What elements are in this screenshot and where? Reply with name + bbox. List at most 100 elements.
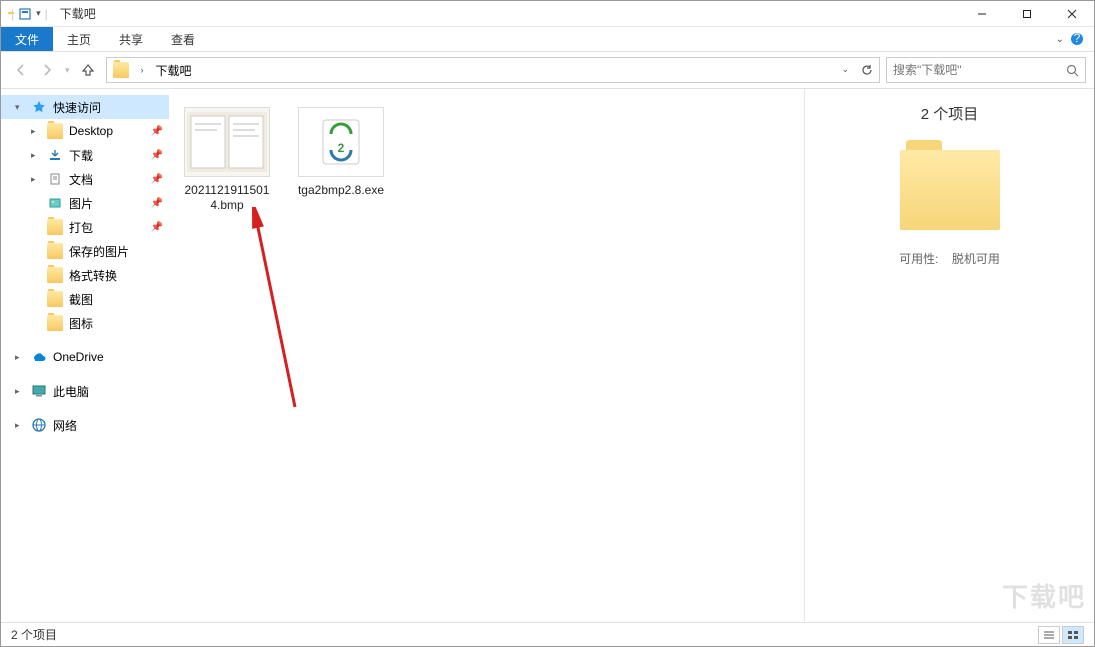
ribbon-tabs: 文件 主页 共享 查看 ⌄ ? xyxy=(1,27,1094,51)
sidebar-onedrive[interactable]: ▸ OneDrive xyxy=(1,345,169,369)
availability-key: 可用性: xyxy=(899,252,938,266)
pin-icon: 📌 xyxy=(151,222,163,233)
address-dropdown-chevron[interactable]: ⌄ xyxy=(835,64,855,75)
ribbon-tab-file[interactable]: 文件 xyxy=(1,27,53,51)
maximize-button[interactable] xyxy=(1004,1,1049,27)
chevron-right-icon[interactable]: ▸ xyxy=(31,174,41,185)
sidebar-item-screenshots[interactable]: 截图 xyxy=(1,287,169,311)
svg-text:2: 2 xyxy=(338,141,345,155)
search-icon[interactable] xyxy=(1066,64,1079,77)
window-title: 下载吧 xyxy=(60,5,96,22)
annotation-arrow xyxy=(247,207,307,417)
qat-separator: | xyxy=(11,7,14,21)
sidebar-this-pc[interactable]: ▸ 此电脑 xyxy=(1,379,169,403)
chevron-right-icon[interactable]: ▸ xyxy=(15,420,25,431)
sidebar-quick-access[interactable]: ▾ 快速访问 xyxy=(1,95,169,119)
pin-icon: 📌 xyxy=(151,174,163,185)
view-details-button[interactable] xyxy=(1038,626,1060,644)
chevron-right-icon[interactable]: ▸ xyxy=(31,126,41,137)
window-controls xyxy=(959,1,1094,27)
folder-icon xyxy=(47,291,63,307)
close-button[interactable] xyxy=(1049,1,1094,27)
ribbon-tab-home[interactable]: 主页 xyxy=(53,27,105,51)
network-icon xyxy=(31,417,47,433)
sidebar-item-label: 图标 xyxy=(69,315,93,332)
qat-separator-2: | xyxy=(45,7,48,21)
sidebar-item-label: 图片 xyxy=(69,195,93,212)
file-thumbnail xyxy=(184,107,270,177)
navigation-pane: ▾ 快速访问 ▸ Desktop 📌 ▸ 下载 📌 ▸ 文档 📌 xyxy=(1,89,169,622)
sidebar-item-label: 截图 xyxy=(69,291,93,308)
qat-chevron-down-icon[interactable]: ▾ xyxy=(36,8,41,19)
file-name: tga2bmp2.8.exe xyxy=(298,183,384,198)
pin-icon: 📌 xyxy=(151,150,163,161)
address-bar[interactable]: › 下载吧 ⌄ xyxy=(106,57,880,83)
sidebar-item-pictures[interactable]: 图片 📌 xyxy=(1,191,169,215)
forward-button[interactable] xyxy=(39,62,55,78)
navigation-bar: ▾ › 下载吧 ⌄ xyxy=(1,52,1094,88)
sidebar-item-documents[interactable]: ▸ 文档 📌 xyxy=(1,167,169,191)
sidebar-this-pc-label: 此电脑 xyxy=(53,383,89,400)
search-box[interactable] xyxy=(886,57,1086,83)
sidebar-item-format-convert[interactable]: 格式转换 xyxy=(1,263,169,287)
folder-icon xyxy=(47,219,63,235)
file-list[interactable]: 20211219115014.bmp 2 tga2bmp2.8.exe xyxy=(169,89,804,622)
ribbon-tab-view[interactable]: 查看 xyxy=(157,27,209,51)
folder-icon xyxy=(47,123,63,139)
sidebar-item-icons[interactable]: 图标 xyxy=(1,311,169,335)
chevron-right-icon[interactable]: ▸ xyxy=(31,150,41,161)
sidebar-item-downloads[interactable]: ▸ 下载 📌 xyxy=(1,143,169,167)
sidebar-network-label: 网络 xyxy=(53,417,77,434)
status-view-switcher xyxy=(1038,626,1084,644)
status-item-count: 2 个项目 xyxy=(11,626,57,643)
preview-item-count: 2 个项目 xyxy=(921,103,979,124)
sidebar-item-label: 下载 xyxy=(69,147,93,164)
nav-arrows: ▾ xyxy=(9,62,100,78)
file-thumbnail: 2 xyxy=(298,107,384,177)
sidebar-item-label: 格式转换 xyxy=(69,267,117,284)
address-segment-1[interactable]: 下载吧 xyxy=(150,58,198,82)
quick-access-toolbar: | ▾ | xyxy=(1,7,54,21)
folder-icon xyxy=(47,315,63,331)
onedrive-icon xyxy=(31,349,47,365)
view-icons-button[interactable] xyxy=(1062,626,1084,644)
sidebar-item-desktop[interactable]: ▸ Desktop 📌 xyxy=(1,119,169,143)
pc-icon xyxy=(31,383,47,399)
refresh-button[interactable] xyxy=(855,64,879,76)
up-button[interactable] xyxy=(80,62,96,78)
preview-folder-icon xyxy=(900,150,1000,230)
file-item-bmp[interactable]: 20211219115014.bmp xyxy=(179,103,275,217)
chevron-down-icon[interactable]: ▾ xyxy=(15,102,25,113)
folder-icon xyxy=(47,267,63,283)
help-icon[interactable]: ? xyxy=(1070,32,1084,46)
address-chevron-1[interactable]: › xyxy=(135,58,150,82)
download-icon xyxy=(47,147,63,163)
minimize-button[interactable] xyxy=(959,1,1004,27)
sidebar-onedrive-label: OneDrive xyxy=(53,350,104,364)
recent-locations-chevron[interactable]: ▾ xyxy=(65,65,70,76)
qat-properties-icon[interactable] xyxy=(18,7,32,21)
file-item-exe[interactable]: 2 tga2bmp2.8.exe xyxy=(293,103,389,217)
pin-icon: 📌 xyxy=(151,198,163,209)
preview-pane: 2 个项目 可用性: 脱机可用 xyxy=(804,89,1094,622)
availability-value: 脱机可用 xyxy=(952,252,1000,266)
sidebar-item-label: 打包 xyxy=(69,219,93,236)
sidebar-item-label: Desktop xyxy=(69,124,113,138)
sidebar-item-label: 文档 xyxy=(69,171,93,188)
pin-icon: 📌 xyxy=(151,126,163,137)
pictures-icon xyxy=(47,195,63,211)
search-input[interactable] xyxy=(893,63,1066,77)
ribbon-tab-share[interactable]: 共享 xyxy=(105,27,157,51)
sidebar-item-label: 保存的图片 xyxy=(69,243,129,260)
chevron-right-icon[interactable]: ▸ xyxy=(15,386,25,397)
ribbon-help-area: ⌄ ? xyxy=(1056,27,1094,51)
sidebar-network[interactable]: ▸ 网络 xyxy=(1,413,169,437)
file-name: 20211219115014.bmp xyxy=(183,183,271,213)
address-root-icon[interactable] xyxy=(107,58,135,82)
ribbon-collapse-icon[interactable]: ⌄ xyxy=(1056,34,1064,45)
back-button[interactable] xyxy=(13,62,29,78)
preview-availability: 可用性: 脱机可用 xyxy=(899,250,1000,267)
chevron-right-icon[interactable]: ▸ xyxy=(15,352,25,363)
sidebar-item-pack[interactable]: 打包 📌 xyxy=(1,215,169,239)
sidebar-item-saved-pictures[interactable]: 保存的图片 xyxy=(1,239,169,263)
